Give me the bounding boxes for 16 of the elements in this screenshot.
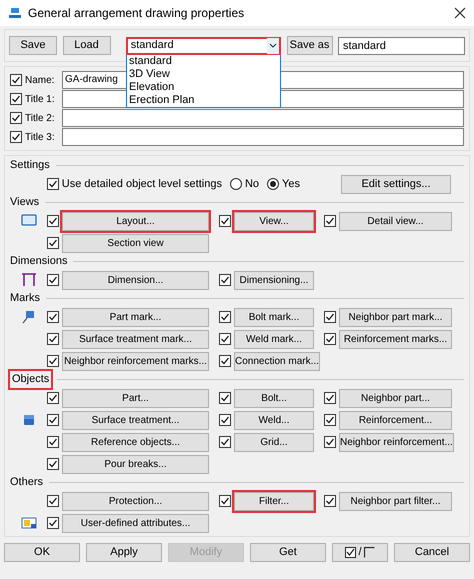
field-label: Title 1: — [25, 92, 56, 106]
field-label: Title 3: — [25, 130, 56, 144]
separator-text: / — [358, 545, 362, 560]
section-heading: Objects — [10, 371, 52, 388]
radio-label: Yes — [282, 176, 300, 192]
window-title: General arrangement drawing properties — [28, 5, 246, 22]
field-label: Name: — [25, 74, 56, 88]
radio-label: No — [244, 176, 260, 192]
section-heading: Views — [10, 195, 40, 210]
section-heading: Settings — [10, 158, 50, 174]
section-heading: Marks — [10, 291, 40, 306]
dropdown-value: standard — [130, 38, 175, 54]
setting-label: Use detailed object level settings — [62, 176, 222, 192]
section-heading: Dimensions — [10, 254, 68, 270]
field-label: Title 2: — [25, 112, 56, 126]
section-heading: Others — [10, 475, 44, 490]
